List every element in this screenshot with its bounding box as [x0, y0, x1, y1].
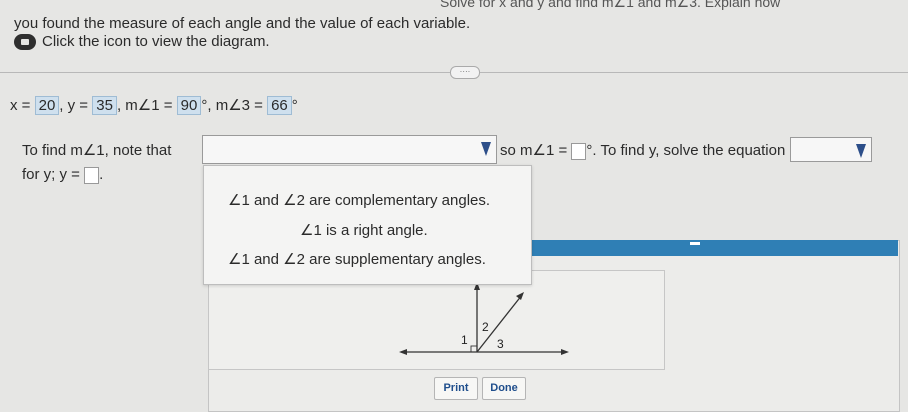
y-label: y = [67, 97, 89, 114]
print-button[interactable]: Print [434, 377, 478, 400]
for-y-label: for y; y = [22, 166, 80, 183]
arrow-right-icon [561, 349, 569, 355]
arrow-left-icon [399, 349, 407, 355]
angle-1-label: 1 [461, 333, 468, 347]
x-answer[interactable]: 20 [34, 96, 60, 115]
y-answer[interactable]: 35 [92, 96, 117, 115]
dialog-title-bar[interactable] [530, 240, 898, 256]
answer-summary: x = 20, y = 35, m∠1 = 90 °, m∠3 = 66 ° [10, 96, 298, 115]
view-diagram-link[interactable]: Click the icon to view the diagram. [14, 33, 270, 50]
m3-label: m∠3 = [215, 97, 263, 114]
minimize-icon[interactable] [690, 242, 700, 245]
reason-dropdown-menu: ∠1 and ∠2 are complementary angles. ∠1 i… [203, 165, 532, 285]
menu-item-complementary[interactable]: ∠1 and ∠2 are complementary angles. [228, 191, 490, 209]
separator: , [116, 97, 122, 114]
equation-dropdown[interactable] [790, 137, 872, 162]
more-options-button[interactable]: ···· [450, 66, 480, 79]
diagram-svg: 1 2 3 [399, 282, 569, 355]
period: . [99, 166, 104, 183]
find-y-text: . To find y, solve the equation [592, 142, 786, 159]
menu-item-right-angle[interactable]: ∠1 is a right angle. [300, 221, 428, 239]
angle-3-label: 3 [497, 337, 504, 351]
prompt-text: you found the measure of each angle and … [14, 15, 471, 32]
m1-input[interactable] [571, 142, 587, 160]
y-input[interactable] [84, 166, 100, 184]
so-m1-label: so m∠1 = [500, 142, 568, 159]
angle-diagram: 1 2 3 [208, 270, 665, 370]
question-text: To find m∠1, note that [22, 142, 172, 159]
chevron-down-icon[interactable] [856, 144, 866, 158]
separator: , [207, 97, 212, 114]
right-angle-mark [470, 345, 478, 353]
angle-2-label: 2 [482, 320, 489, 334]
m3-answer[interactable]: 66 [267, 96, 292, 115]
chevron-down-icon[interactable] [481, 142, 491, 156]
separator: , [59, 97, 64, 114]
degree-symbol: ° [291, 97, 298, 114]
reason-dropdown[interactable] [202, 135, 497, 164]
m1-label: m∠1 = [125, 97, 173, 114]
prompt-text-top: Solve for x and y and find m∠1 and m∠3. … [440, 0, 781, 10]
x-label: x = [10, 97, 31, 114]
menu-item-supplementary[interactable]: ∠1 and ∠2 are supplementary angles. [228, 250, 486, 268]
for-y-row: for y; y = . [22, 166, 103, 184]
question-continuation: so m∠1 = °. To find y, solve the equatio… [500, 141, 785, 160]
diagram-icon[interactable] [14, 33, 36, 50]
m1-answer[interactable]: 90 [176, 96, 202, 115]
arrow-diagonal-icon [516, 292, 524, 300]
view-diagram-label: Click the icon to view the diagram. [42, 33, 270, 50]
done-button[interactable]: Done [482, 377, 526, 400]
